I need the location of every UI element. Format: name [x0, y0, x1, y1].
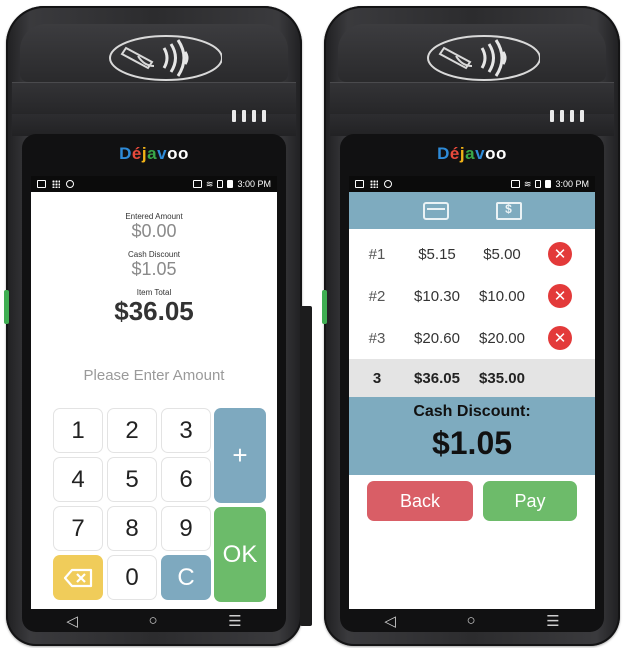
- list-item: #1 $5.15 $5.00 ✕: [349, 233, 595, 275]
- action-buttons: Back Pay: [349, 475, 595, 521]
- wifi-icon: ≋: [205, 178, 214, 189]
- item-cash-price: $10.00: [479, 287, 525, 305]
- item-index: #2: [368, 287, 386, 305]
- summary-row: 3 $36.05 $35.00: [349, 359, 595, 397]
- pos-terminal-right: Déjavoo ≋ 3:00 PM #1 $5.15: [322, 6, 620, 646]
- item-card-price: $10.30: [414, 287, 460, 305]
- entered-amount-value: $0.00: [131, 221, 177, 241]
- sim-icon: [535, 180, 542, 188]
- contactless-tap-icon: [427, 35, 540, 81]
- entered-amount-label: Entered Amount: [125, 212, 183, 221]
- item-card-price: $5.15: [418, 245, 456, 263]
- card-total: $36.05: [414, 369, 460, 387]
- android-nav-bar: ◁ ○ ☰: [349, 609, 595, 632]
- pos-terminal-left: Déjavoo ≋ 3:00 PM Entered Amount $0.00 C…: [4, 6, 312, 646]
- cash-icon[interactable]: [495, 201, 522, 220]
- item-list: #1 $5.15 $5.00 ✕ #2 $10.30 $10.00 ✕ #3 $…: [349, 233, 595, 359]
- key-3[interactable]: 3: [161, 408, 211, 453]
- cast-icon: [192, 180, 202, 188]
- terminal-head: [338, 24, 606, 82]
- list-item: #3 $20.60 $20.00 ✕: [349, 317, 595, 359]
- cash-discount-label: Cash Discount:: [413, 403, 531, 420]
- nav-back-icon[interactable]: ◁: [384, 612, 396, 630]
- android-nav-bar: ◁ ○ ☰: [31, 609, 277, 632]
- terminal-head: [20, 24, 288, 82]
- status-time: 3:00 PM: [237, 179, 271, 189]
- cash-discount-value: $1.05: [431, 425, 513, 461]
- printer-vent: [232, 110, 266, 122]
- screen: ≋ 3:00 PM #1 $5.15 $5.00 ✕ #2 $10.30 $10…: [349, 176, 595, 609]
- ok-button[interactable]: OK: [214, 507, 266, 602]
- alarm-icon: [384, 180, 392, 188]
- credit-card-icon[interactable]: [422, 201, 449, 220]
- battery-icon: [227, 180, 234, 188]
- screen: ≋ 3:00 PM Entered Amount $0.00 Cash Disc…: [31, 176, 277, 609]
- cast-icon: [510, 180, 520, 188]
- remove-item-button[interactable]: ✕: [548, 284, 572, 308]
- item-card-price: $20.60: [414, 329, 460, 347]
- printer-vent: [550, 110, 584, 122]
- remove-item-button[interactable]: ✕: [548, 326, 572, 350]
- cash-discount-value: $1.05: [131, 259, 177, 279]
- message-icon: [37, 180, 46, 188]
- nav-menu-icon[interactable]: ☰: [228, 612, 241, 630]
- key-1[interactable]: 1: [53, 408, 103, 453]
- side-button[interactable]: [4, 290, 9, 324]
- key-0[interactable]: 0: [107, 555, 157, 600]
- key-2[interactable]: 2: [107, 408, 157, 453]
- nav-menu-icon[interactable]: ☰: [546, 612, 559, 630]
- cash-total: $35.00: [479, 369, 525, 387]
- item-count: 3: [372, 369, 382, 387]
- status-time: 3:00 PM: [555, 179, 589, 189]
- nav-home-icon[interactable]: ○: [149, 612, 158, 629]
- keypad: 1 2 3 + 4 5 6 7 8 9 OK 0 C: [53, 408, 266, 603]
- alarm-icon: [66, 180, 74, 188]
- list-item: #2 $10.30 $10.00 ✕: [349, 275, 595, 317]
- enter-amount-prompt: Please Enter Amount: [83, 367, 225, 384]
- apps-icon: [370, 180, 378, 188]
- payment-type-tabs: [349, 192, 595, 229]
- backspace-button[interactable]: [53, 555, 103, 600]
- key-9[interactable]: 9: [161, 506, 211, 551]
- message-icon: [355, 180, 364, 188]
- clear-button[interactable]: C: [161, 555, 211, 600]
- key-8[interactable]: 8: [107, 506, 157, 551]
- item-index: #3: [368, 329, 386, 347]
- key-7[interactable]: 7: [53, 506, 103, 551]
- key-6[interactable]: 6: [161, 457, 211, 502]
- brand-logo: Déjavoo: [119, 144, 189, 163]
- nav-back-icon[interactable]: ◁: [66, 612, 78, 630]
- nav-home-icon[interactable]: ○: [467, 612, 476, 629]
- add-item-button[interactable]: +: [214, 408, 266, 503]
- key-4[interactable]: 4: [53, 457, 103, 502]
- item-index: #1: [368, 245, 386, 263]
- status-bar: ≋ 3:00 PM: [349, 176, 595, 192]
- wifi-icon: ≋: [523, 178, 532, 189]
- contactless-tap-icon: [109, 35, 222, 81]
- cash-discount-label: Cash Discount: [127, 250, 181, 259]
- remove-item-button[interactable]: ✕: [548, 242, 572, 266]
- item-cash-price: $20.00: [479, 329, 525, 347]
- card-slot: [300, 306, 312, 626]
- pay-button[interactable]: Pay: [483, 481, 577, 521]
- key-5[interactable]: 5: [107, 457, 157, 502]
- item-cash-price: $5.00: [483, 245, 521, 263]
- item-total-value: $36.05: [114, 296, 194, 326]
- backspace-icon: [63, 568, 93, 587]
- back-button[interactable]: Back: [367, 481, 473, 521]
- battery-icon: [545, 180, 552, 188]
- brand-logo: Déjavoo: [437, 144, 507, 163]
- sim-icon: [217, 180, 224, 188]
- apps-icon: [52, 180, 60, 188]
- side-button[interactable]: [322, 290, 327, 324]
- status-bar: ≋ 3:00 PM: [31, 176, 277, 192]
- cash-discount-panel: Cash Discount: $1.05: [349, 397, 595, 475]
